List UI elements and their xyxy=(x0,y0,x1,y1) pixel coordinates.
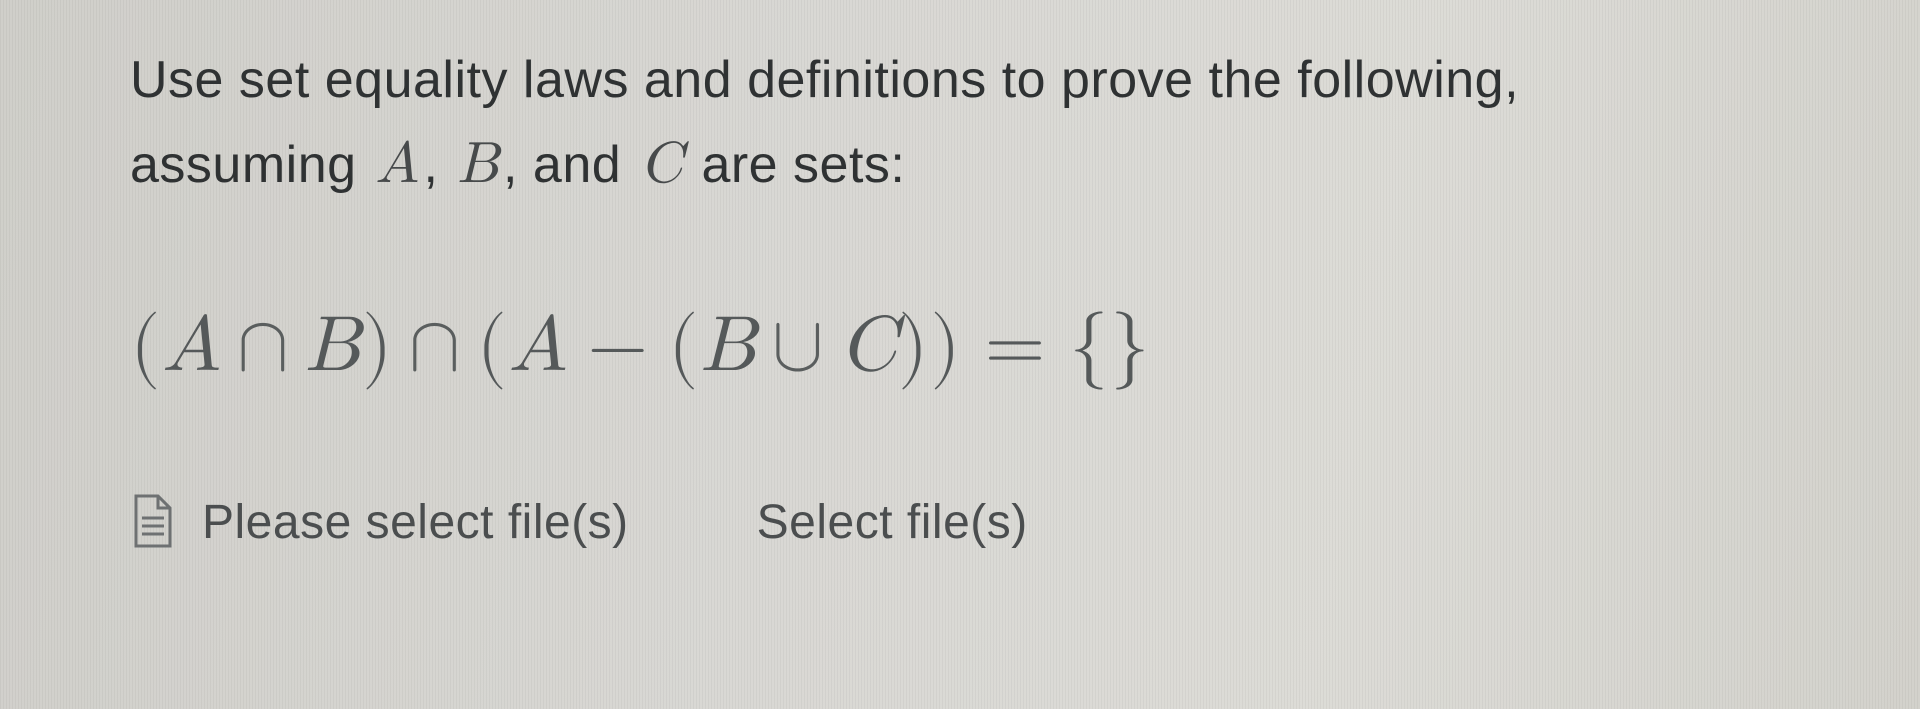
prompt-comma-2: , and xyxy=(503,136,636,194)
var-A-2: A xyxy=(509,308,570,386)
equals: = xyxy=(963,308,1070,386)
prompt-line-2-post: are sets: xyxy=(687,136,906,194)
select-files-button[interactable]: Select file(s) xyxy=(757,495,1028,550)
empty-set: {} xyxy=(1069,308,1151,386)
lparen-2: ( xyxy=(477,308,509,386)
intersect-2: ∩ xyxy=(394,308,476,386)
set-minus: − xyxy=(569,308,668,386)
rparen-3: ) xyxy=(898,308,930,386)
var-A-1: A xyxy=(162,308,223,386)
rparen-1: ) xyxy=(362,308,394,386)
set-A: A xyxy=(372,136,424,194)
document-icon xyxy=(130,494,174,550)
set-C: C xyxy=(636,136,686,194)
prompt-comma-1: , xyxy=(424,136,454,194)
set-B: B xyxy=(453,136,503,194)
file-upload-label: Please select file(s) xyxy=(202,495,629,550)
var-B-2: B xyxy=(700,308,757,386)
prompt-line-1: Use set equality laws and definitions to… xyxy=(130,51,1519,109)
rparen-2: ) xyxy=(930,308,962,386)
equation: (A∩B)∩(A−(B∪C))={} xyxy=(130,300,1810,394)
question-page: Use set equality laws and definitions to… xyxy=(0,0,1920,709)
intersect-1: ∩ xyxy=(223,308,305,386)
var-C-1: C xyxy=(840,308,898,386)
lparen-1: ( xyxy=(130,308,162,386)
prompt-line-2-pre: assuming xyxy=(130,136,372,194)
union: ∪ xyxy=(758,308,840,386)
var-B-1: B xyxy=(305,308,362,386)
lparen-3: ( xyxy=(668,308,700,386)
question-prompt: Use set equality laws and definitions to… xyxy=(130,40,1810,210)
file-upload-row: Please select file(s) Select file(s) xyxy=(130,494,1810,550)
